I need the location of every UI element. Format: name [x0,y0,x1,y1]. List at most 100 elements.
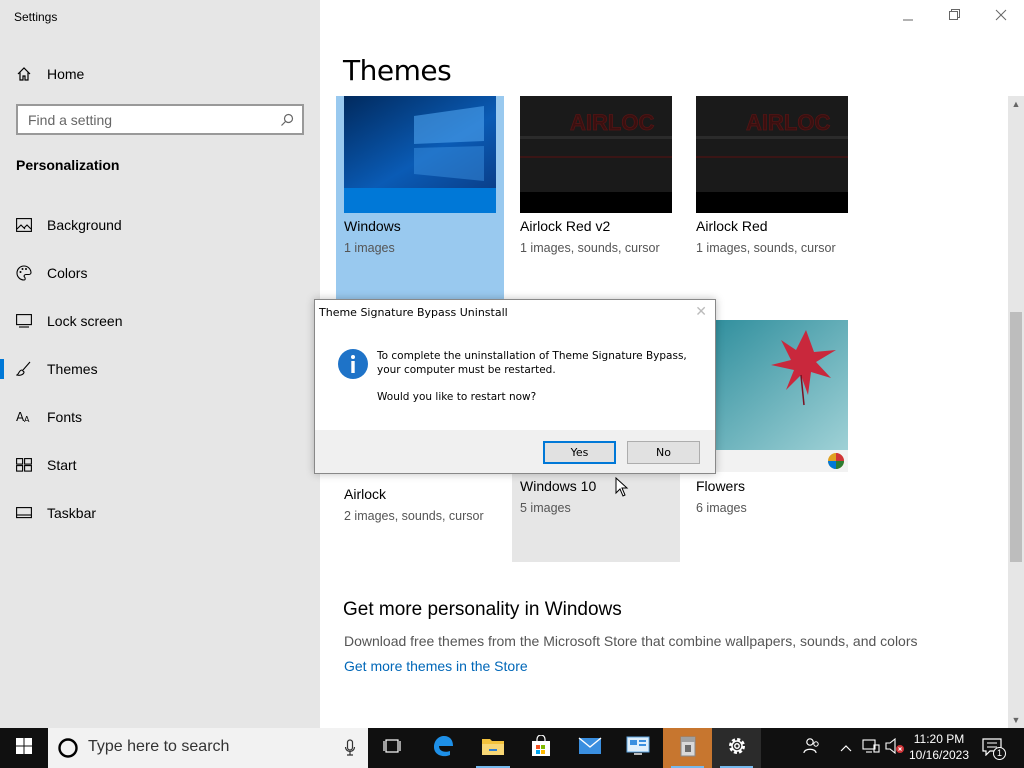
settings-window: Settings Home Find a setting Personaliza… [0,0,1024,768]
volume-button[interactable] [884,728,906,768]
home-label: Home [47,66,85,82]
dialog-title: Theme Signature Bypass Uninstall [319,306,508,319]
clock-time: 11:20 PM [913,732,965,746]
search-icon[interactable] [280,113,294,130]
brush-icon [16,361,47,377]
mail-button[interactable] [566,728,614,768]
installer-button[interactable] [663,728,712,768]
sidebar-item-label: Themes [47,361,98,377]
sidebar-item-start[interactable]: Start [0,441,320,489]
notification-count-badge: 1 [993,747,1006,760]
people-button[interactable] [798,728,826,768]
sidebar-item-themes[interactable]: Themes [0,345,320,393]
theme-name: Airlock Red [696,218,768,234]
font-icon: AA [16,409,47,425]
home-nav-item[interactable]: Home [16,63,84,85]
taskbar-clock[interactable]: 11:20 PM 10/16/2023 [907,731,971,763]
home-icon [16,66,47,82]
sidebar-item-background[interactable]: Background [0,201,320,249]
control-panel-icon [626,736,650,761]
palette-icon [16,265,47,281]
monitor-lock-icon [16,314,47,328]
page-title: Themes [343,54,452,87]
chevron-up-icon [840,739,852,757]
taskbar-icon [16,507,47,519]
minimize-icon [903,8,915,24]
theme-thumbnail: AIRLOC [696,96,848,213]
cortana-icon [57,737,79,764]
theme-name: Windows [344,218,401,234]
svg-text:AIRLOC: AIRLOC [570,110,654,135]
scroll-down-icon[interactable]: ▼ [1008,712,1024,728]
scroll-up-icon[interactable]: ▲ [1008,96,1024,112]
taskbar-search-placeholder: Type here to search [88,738,230,755]
shopping-bag-icon [530,733,552,762]
info-icon [337,348,369,380]
theme-thumbnail [696,320,848,472]
theme-name: Airlock Red v2 [520,218,611,234]
store-themes-link[interactable]: Get more themes in the Store [344,658,528,674]
volume-muted-icon [885,737,905,759]
clock-date: 10/16/2023 [908,748,970,762]
theme-thumbnail: AIRLOC [520,96,672,213]
close-icon [995,8,1007,24]
svg-text:AIRLOC: AIRLOC [746,110,830,135]
more-personality-title: Get more personality in Windows [343,599,622,620]
notification-icon: 1 [982,738,1006,760]
theme-name: Windows 10 [520,478,597,494]
file-explorer-button[interactable] [468,728,518,768]
yes-button[interactable]: Yes [543,441,616,464]
task-view-icon [383,738,401,759]
mouse-cursor-icon [615,476,629,502]
start-grid-icon [16,458,47,472]
sidebar-item-taskbar[interactable]: Taskbar [0,489,320,537]
dialog-close-icon[interactable]: ✕ [695,303,707,320]
theme-meta: 5 images [520,501,571,515]
store-button[interactable] [517,728,565,768]
theme-name: Flowers [696,478,746,494]
task-view-button[interactable] [368,728,416,768]
dialog-body: To complete the uninstallation of Theme … [315,328,715,430]
network-icon [862,738,880,759]
theme-meta: 1 images, sounds, cursor [696,241,836,255]
restore-button[interactable] [932,0,978,32]
action-center-button[interactable]: 1 [978,728,1008,768]
active-indicator [0,359,4,379]
network-button[interactable] [860,728,882,768]
sidebar-item-lock-screen[interactable]: Lock screen [0,297,320,345]
theme-name: Airlock [344,486,387,502]
mail-icon [578,736,602,760]
find-setting-input[interactable]: Find a setting [16,104,304,135]
theme-meta: 6 images [696,501,747,515]
find-setting-placeholder: Find a setting [28,111,113,128]
theme-meta: 1 images, sounds, cursor [520,241,660,255]
microphone-icon[interactable] [344,739,356,762]
start-button[interactable] [0,728,48,768]
minimize-button[interactable] [886,0,932,32]
svg-text:A: A [24,415,30,424]
edge-button[interactable] [418,728,468,768]
dialog-question: Would you like to restart now? [377,391,537,403]
picture-icon [16,218,47,232]
close-button[interactable] [978,0,1024,32]
edge-icon [432,735,454,762]
more-personality-description: Download free themes from the Microsoft … [344,633,918,649]
sidebar-item-fonts[interactable]: AA Fonts [0,393,320,441]
theme-meta: 1 images [344,241,395,255]
show-hidden-icons-button[interactable] [838,728,854,768]
windows-logo-icon [16,737,32,759]
sidebar-item-label: Colors [47,265,88,281]
control-panel-button[interactable] [614,728,662,768]
gear-icon [726,735,748,762]
theme-meta: 2 images, sounds, cursor [344,509,484,523]
sidebar-item-colors[interactable]: Colors [0,249,320,297]
folder-icon [481,736,505,761]
no-button[interactable]: No [627,441,700,464]
scroll-thumb[interactable] [1010,312,1022,562]
app-title: Settings [14,10,58,24]
sidebar-item-label: Background [47,217,122,233]
vertical-scrollbar[interactable]: ▲ ▼ [1008,96,1024,728]
settings-taskbar-button[interactable] [712,728,761,768]
sidebar-nav: Background Colors Lock screen Themes A A… [0,201,320,537]
taskbar-search-box[interactable]: Type here to search [48,728,368,768]
